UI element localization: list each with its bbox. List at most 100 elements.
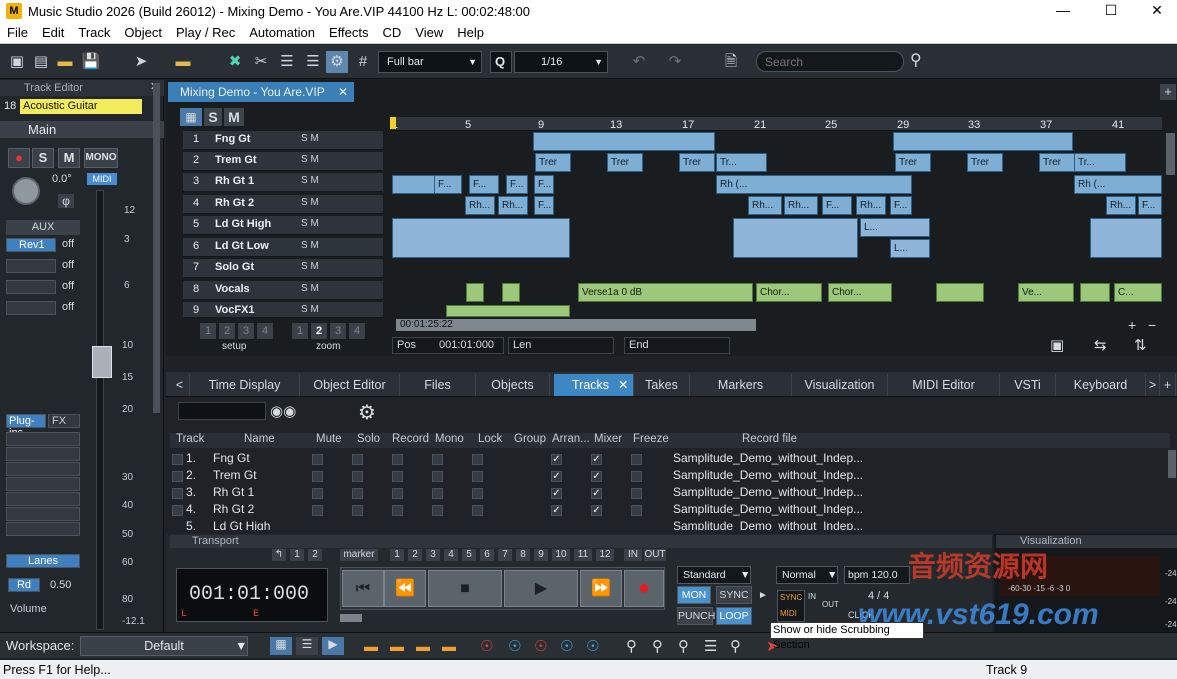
record-checkbox[interactable] (392, 505, 403, 516)
col-record-file[interactable]: Record file (742, 433, 797, 445)
zoom-4-button[interactable]: 4 (349, 323, 365, 339)
mute-checkbox[interactable] (312, 471, 323, 482)
mixer-checkbox[interactable]: ✓ (591, 488, 602, 499)
marker-10-button[interactable]: 10 (552, 549, 570, 561)
search-input[interactable] (756, 51, 904, 72)
vertical-zoom-icon[interactable]: ⇅ (1134, 336, 1147, 354)
tab-vsti[interactable]: VSTi (1000, 374, 1056, 396)
mono-checkbox[interactable] (432, 488, 443, 499)
scissors-icon[interactable]: ✂ (250, 51, 272, 73)
audio-clip[interactable] (1090, 218, 1162, 258)
snap-select[interactable]: Full bar ▼ (378, 51, 482, 73)
audio-clip[interactable]: Chor... (756, 283, 822, 302)
track-solo-mute[interactable]: S M (301, 218, 319, 229)
phase-button[interactable]: φ (58, 194, 74, 208)
audio-clip[interactable]: Trer (895, 153, 931, 172)
col-arranger[interactable]: Arran... (552, 433, 590, 445)
table-row[interactable]: 5. Ld Gt High Samplitude_Demo_without_In… (170, 519, 1170, 530)
audio-clip[interactable] (893, 132, 1073, 151)
track-solo-mute[interactable]: S M (301, 304, 319, 315)
table-row[interactable]: 4. Rh Gt 2 ✓ ✓ Samplitude_Demo_without_I… (170, 502, 1170, 519)
tab-takes[interactable]: Takes (634, 374, 690, 396)
menu-edit[interactable]: Edit (35, 22, 71, 44)
freeze-checkbox[interactable] (631, 488, 642, 499)
mono-checkbox[interactable] (432, 505, 443, 516)
view-arranger-icon[interactable]: ▦ (270, 637, 292, 655)
grid-icon[interactable]: # (352, 51, 374, 73)
menu-object[interactable]: Object (117, 22, 169, 44)
project-tab[interactable]: Mixing Demo - You Are.VIP ✕ (168, 82, 354, 102)
lock-checkbox[interactable] (472, 471, 483, 482)
freeze-checkbox[interactable] (631, 471, 642, 482)
plugin-slot-5[interactable] (6, 492, 80, 506)
tab-files[interactable]: Files (400, 374, 476, 396)
track-header-8[interactable]: 8 Vocals S M (183, 281, 383, 300)
marker-11-button[interactable]: 11 (574, 549, 592, 561)
record-arm-button[interactable]: ● (8, 148, 30, 168)
view-mixer-icon[interactable]: ☰ (296, 637, 318, 655)
audio-clip[interactable] (936, 283, 984, 302)
zoom-wave-icon[interactable]: ⚲ (730, 637, 741, 655)
solo-button[interactable]: S (32, 148, 54, 168)
audio-clip[interactable]: F... (1138, 196, 1162, 215)
menu-automation[interactable]: Automation (242, 22, 322, 44)
audio-clip[interactable]: Rh... (465, 196, 495, 215)
zoom-2-button[interactable]: 2 (311, 323, 327, 339)
setup-4-button[interactable]: 4 (257, 323, 273, 339)
punch-button[interactable]: PUNCH (677, 607, 715, 625)
midi-button[interactable]: MIDI (87, 173, 117, 185)
mixer-checkbox[interactable]: ✓ (591, 454, 602, 465)
loop-2-button[interactable]: 2 (308, 549, 322, 561)
col-record[interactable]: Record (392, 433, 429, 445)
global-mute-button[interactable]: M (224, 108, 244, 126)
scrub-toggle-icon[interactable]: ► (758, 590, 768, 601)
lock-checkbox[interactable] (472, 488, 483, 499)
track-header-3[interactable]: 3 Rh Gt 1 S M (183, 173, 383, 192)
marker-3-button[interactable]: 3 (426, 549, 440, 561)
close-icon[interactable]: ✕ (338, 82, 348, 102)
mouse-mode-icon[interactable]: ➤ (130, 51, 152, 73)
plugin-slot-6[interactable] (6, 507, 80, 521)
tempo-mode-select[interactable]: Normal ▼ (776, 566, 838, 584)
lock-checkbox[interactable] (472, 505, 483, 516)
menu-cd[interactable]: CD (376, 22, 409, 44)
range-tool-icon[interactable]: ▬ (172, 51, 194, 73)
tracks-filter-input[interactable] (178, 402, 266, 420)
audio-clip[interactable]: Rh (... (1074, 175, 1162, 194)
snap-icon[interactable]: ⚙ (326, 51, 348, 73)
undo-icon[interactable]: ↶ (628, 51, 650, 73)
track-solo-mute[interactable]: S M (301, 261, 319, 272)
send-2-slot[interactable] (6, 259, 56, 273)
audio-clip[interactable]: Tr... (1074, 153, 1126, 172)
track-solo-mute[interactable]: S M (301, 175, 319, 186)
menu-file[interactable]: File (0, 22, 35, 44)
plugin-slot-1[interactable] (6, 432, 80, 446)
tab-tracks[interactable]: Tracks ✕ (554, 374, 634, 396)
table-row[interactable]: 3. Rh Gt 1 ✓ ✓ Samplitude_Demo_without_I… (170, 485, 1170, 502)
global-solo-button[interactable]: S (204, 108, 222, 126)
plugin-slot-2[interactable] (6, 447, 80, 461)
menu-view[interactable]: View (408, 22, 450, 44)
marker-5-button[interactable]: 5 (462, 549, 476, 561)
track-solo-mute[interactable]: S M (301, 197, 319, 208)
audio-clip[interactable]: Trer (679, 153, 715, 172)
length-field[interactable]: Len (508, 337, 614, 354)
audio-clip[interactable]: Rh (... (716, 175, 912, 194)
tabs-prev-icon[interactable]: < (170, 374, 190, 396)
record-checkbox[interactable] (392, 454, 403, 465)
audio-clip[interactable] (733, 218, 858, 258)
marker-8-button[interactable]: 8 (516, 549, 530, 561)
solo-checkbox[interactable] (352, 488, 363, 499)
align-icon[interactable]: ☰ (302, 51, 324, 73)
loop-marker-icon[interactable]: ☉ (560, 637, 573, 655)
marker-1-button[interactable]: 1 (390, 549, 404, 561)
bpm-field[interactable]: bpm 120.0 (844, 566, 910, 584)
lanes-icon[interactable]: ☰ (276, 51, 298, 73)
audio-clip[interactable]: F... (890, 196, 912, 215)
track-header-6[interactable]: 6 Ld Gt Low S M (183, 238, 383, 257)
mon-button[interactable]: MON (677, 586, 711, 604)
close-button[interactable]: ✕ (1134, 0, 1177, 22)
rd-button[interactable]: Rd (8, 578, 40, 592)
track-solo-mute[interactable]: S M (301, 283, 319, 294)
tracks-grid-scrollbar[interactable] (1168, 450, 1176, 478)
